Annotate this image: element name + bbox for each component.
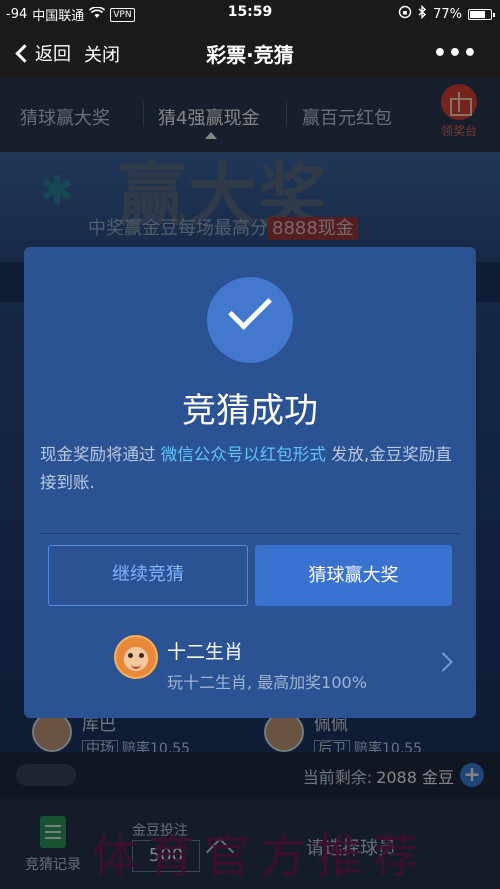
- dialog-divider: [40, 533, 460, 534]
- battery-icon: [468, 8, 495, 20]
- nav-bar: 返回 关闭 彩票·竞猜 •••: [0, 28, 500, 78]
- promo-subtitle: 玩十二生肖, 最高加奖100%: [167, 673, 367, 692]
- battery-percent: 77%: [433, 6, 462, 22]
- battery-fill: [470, 10, 486, 18]
- chevron-left-icon: [15, 43, 34, 63]
- bluetooth-icon: [418, 4, 427, 23]
- close-button[interactable]: 关闭: [84, 41, 120, 67]
- message-prefix: 现金奖励将通过: [40, 445, 156, 464]
- checkmark-icon: [207, 277, 293, 363]
- dialog-title: 竞猜成功: [182, 391, 318, 431]
- status-bar: -94 中国联通 VPN 15:59 77%: [0, 0, 500, 28]
- chevron-right-icon: [433, 652, 453, 672]
- status-right: 77%: [398, 4, 495, 23]
- guess-big-prize-button[interactable]: 猜球赢大奖: [255, 545, 452, 606]
- promo-title: 十二生肖: [167, 641, 244, 663]
- page-title: 彩票·竞猜: [206, 43, 294, 67]
- message-highlight: 微信公众号以红包形式: [160, 445, 326, 464]
- checkmark-stroke: [228, 286, 272, 330]
- continue-guessing-button[interactable]: 继续竞猜: [48, 545, 248, 606]
- success-dialog: 竞猜成功 现金奖励将通过 微信公众号以红包形式 发放,金豆奖励直接到账. 继续竞…: [24, 247, 476, 718]
- zodiac-promo-row[interactable]: 十二生肖 玩十二生肖, 最高加奖100%: [24, 623, 476, 703]
- rotation-lock-icon: [398, 5, 412, 23]
- more-icon[interactable]: •••: [433, 41, 478, 66]
- dialog-message: 现金奖励将通过 微信公众号以红包形式 发放,金豆奖励直接到账.: [40, 441, 456, 497]
- zodiac-avatar: [114, 635, 158, 679]
- back-button[interactable]: 返回: [14, 40, 71, 66]
- back-label: 返回: [35, 44, 71, 65]
